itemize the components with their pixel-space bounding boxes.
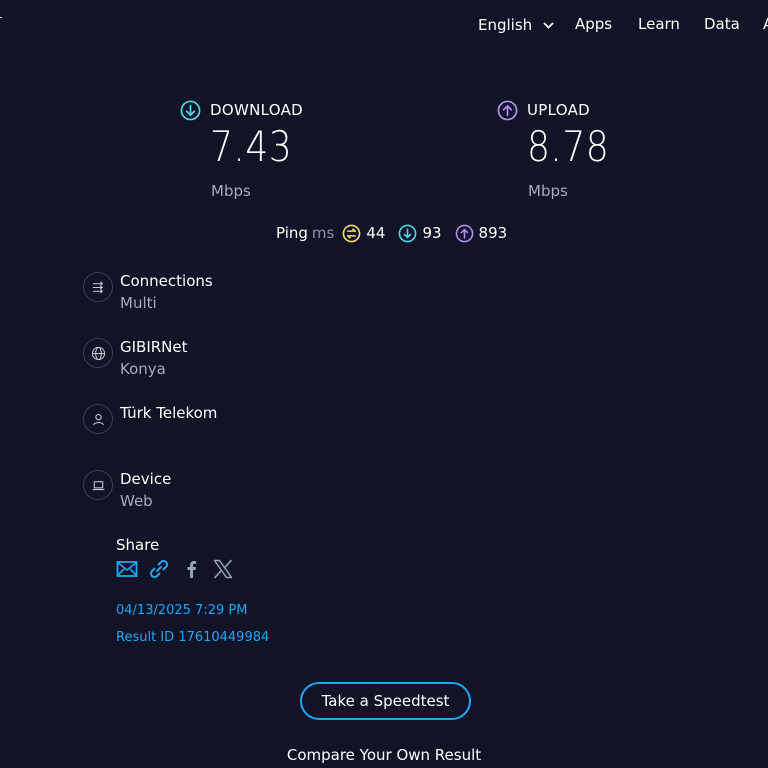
compare-heading: Compare Your Own Result bbox=[286, 746, 482, 764]
chevron-down-icon bbox=[543, 15, 554, 33]
download-latency-icon[interactable] bbox=[398, 224, 417, 243]
globe-icon bbox=[83, 338, 113, 368]
download-arrow-icon bbox=[180, 100, 201, 120]
ping-label: Ping bbox=[276, 224, 308, 242]
ping-row: Ping ms 44 93 893 bbox=[276, 222, 520, 244]
connections-title: Connections bbox=[120, 272, 213, 290]
share-section: Share bbox=[116, 536, 233, 579]
x-share-icon[interactable] bbox=[212, 558, 234, 580]
ping-upload-value: 893 bbox=[478, 224, 508, 242]
share-title: Share bbox=[116, 536, 160, 554]
user-icon bbox=[83, 404, 113, 434]
upload-unit: Mbps bbox=[528, 182, 568, 200]
menu-edge-icon[interactable]: ‐ bbox=[0, 10, 2, 24]
upload-header: UPLOAD bbox=[497, 100, 590, 120]
download-value: 7.43 bbox=[210, 122, 293, 171]
facebook-share-icon[interactable] bbox=[182, 559, 202, 579]
download-label: DOWNLOAD bbox=[210, 101, 303, 119]
connections-value: Multi bbox=[120, 294, 157, 312]
download-unit: Mbps bbox=[211, 182, 251, 200]
upload-label: UPLOAD bbox=[527, 101, 591, 119]
download-header: DOWNLOAD bbox=[180, 100, 303, 120]
ping-idle-value: 44 bbox=[366, 224, 386, 242]
result-date[interactable]: 04/13/2025 7:29 PM bbox=[116, 603, 247, 618]
upload-metric: UPLOAD 8.78 Mbps bbox=[497, 100, 609, 200]
device-value: Web bbox=[120, 492, 153, 510]
email-share-icon[interactable] bbox=[116, 560, 138, 578]
upload-value: 8.78 bbox=[527, 122, 610, 171]
result-id[interactable]: Result ID 17610449984 bbox=[116, 630, 269, 645]
nav-data-link[interactable]: Data bbox=[704, 15, 740, 33]
share-icons bbox=[116, 558, 234, 580]
language-selector[interactable]: English bbox=[478, 15, 554, 34]
link-share-icon[interactable] bbox=[148, 558, 170, 580]
nav-cut-link[interactable]: A bbox=[763, 15, 768, 33]
ping-unit: ms bbox=[311, 224, 335, 242]
provider-name: Türk Telekom bbox=[120, 404, 218, 422]
server-location: Konya bbox=[120, 360, 166, 378]
idle-latency-icon[interactable] bbox=[342, 224, 361, 243]
ping-download-value: 93 bbox=[422, 224, 442, 242]
nav-learn-link[interactable]: Learn bbox=[638, 15, 680, 33]
connections-icon bbox=[83, 272, 113, 302]
nav-apps-link[interactable]: Apps bbox=[575, 15, 612, 33]
download-metric: DOWNLOAD 7.43 Mbps bbox=[180, 100, 303, 200]
upload-latency-icon[interactable] bbox=[455, 224, 474, 243]
language-label: English bbox=[478, 16, 533, 34]
take-speedtest-button[interactable]: Take a Speedtest bbox=[300, 682, 471, 720]
laptop-icon bbox=[83, 470, 113, 500]
upload-arrow-icon bbox=[497, 100, 518, 120]
device-title: Device bbox=[120, 470, 172, 488]
server-name: GIBIRNet bbox=[120, 338, 188, 356]
top-nav: ‐ English Apps Learn Data A bbox=[0, 0, 768, 48]
